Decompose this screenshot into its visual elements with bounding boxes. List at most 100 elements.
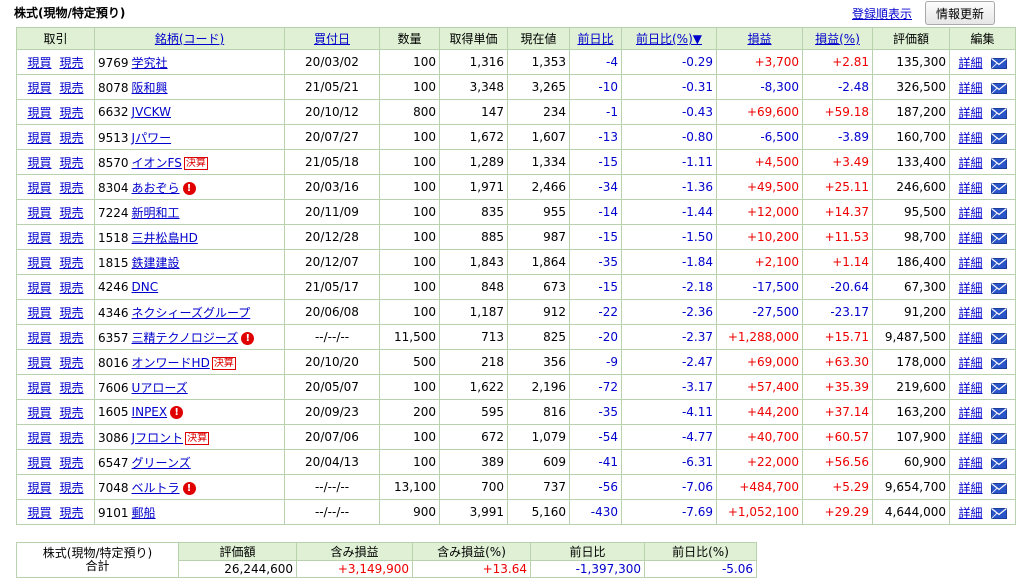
- buy-link[interactable]: 現買: [27, 431, 51, 445]
- envelope-icon[interactable]: [990, 282, 1007, 294]
- buy-link[interactable]: 現買: [27, 281, 51, 295]
- detail-link[interactable]: 詳細: [958, 331, 982, 345]
- detail-link[interactable]: 詳細: [958, 131, 982, 145]
- col-header-change[interactable]: 前日比: [569, 27, 622, 50]
- sell-link[interactable]: 現売: [60, 206, 84, 220]
- envelope-icon[interactable]: [990, 107, 1007, 119]
- sell-link[interactable]: 現売: [60, 156, 84, 170]
- buy-link[interactable]: 現買: [27, 381, 51, 395]
- col-header-pl[interactable]: 損益: [716, 27, 803, 50]
- buy-link[interactable]: 現買: [27, 406, 51, 420]
- detail-link[interactable]: 詳細: [958, 56, 982, 70]
- envelope-icon[interactable]: [990, 157, 1007, 169]
- envelope-icon[interactable]: [990, 182, 1007, 194]
- col-header-pl-pct[interactable]: 損益(%): [802, 27, 873, 50]
- detail-link[interactable]: 詳細: [958, 506, 982, 520]
- buy-link[interactable]: 現買: [27, 231, 51, 245]
- buy-link[interactable]: 現買: [27, 256, 51, 270]
- sell-link[interactable]: 現売: [60, 231, 84, 245]
- sell-link[interactable]: 現売: [60, 281, 84, 295]
- sort-order-link[interactable]: 登録順表示: [852, 5, 912, 22]
- sell-link[interactable]: 現売: [60, 456, 84, 470]
- sell-link[interactable]: 現売: [60, 431, 84, 445]
- stock-name-link[interactable]: ベルトラ: [132, 481, 180, 495]
- buy-link[interactable]: 現買: [27, 156, 51, 170]
- detail-link[interactable]: 詳細: [958, 181, 982, 195]
- envelope-icon[interactable]: [990, 507, 1007, 519]
- exclamation-circle-icon[interactable]: !: [182, 181, 196, 195]
- stock-name-link[interactable]: ネクシィーズグループ: [132, 306, 251, 320]
- buy-link[interactable]: 現買: [27, 106, 51, 120]
- exclamation-circle-icon[interactable]: !: [241, 331, 255, 345]
- sell-link[interactable]: 現売: [60, 56, 84, 70]
- envelope-icon[interactable]: [990, 407, 1007, 419]
- envelope-icon[interactable]: [990, 482, 1007, 494]
- envelope-icon[interactable]: [990, 82, 1007, 94]
- sell-link[interactable]: 現売: [60, 106, 84, 120]
- stock-name-link[interactable]: 三精テクノロジーズ: [132, 331, 239, 345]
- detail-link[interactable]: 詳細: [958, 256, 982, 270]
- detail-link[interactable]: 詳細: [958, 406, 982, 420]
- detail-link[interactable]: 詳細: [958, 306, 982, 320]
- detail-link[interactable]: 詳細: [958, 231, 982, 245]
- detail-link[interactable]: 詳細: [958, 281, 982, 295]
- buy-link[interactable]: 現買: [27, 206, 51, 220]
- detail-link[interactable]: 詳細: [958, 356, 982, 370]
- stock-name-link[interactable]: INPEX: [132, 405, 168, 419]
- envelope-icon[interactable]: [990, 432, 1007, 444]
- envelope-icon[interactable]: [990, 332, 1007, 344]
- buy-link[interactable]: 現買: [27, 131, 51, 145]
- stock-name-link[interactable]: 学究社: [132, 56, 168, 70]
- col-header-change-pct[interactable]: 前日比(%)▼: [621, 27, 717, 50]
- sell-link[interactable]: 現売: [60, 331, 84, 345]
- col-header-stock[interactable]: 銘柄(コード): [94, 27, 285, 50]
- sell-link[interactable]: 現売: [60, 181, 84, 195]
- detail-link[interactable]: 詳細: [958, 206, 982, 220]
- envelope-icon[interactable]: [990, 382, 1007, 394]
- detail-link[interactable]: 詳細: [958, 456, 982, 470]
- sell-link[interactable]: 現売: [60, 406, 84, 420]
- detail-link[interactable]: 詳細: [958, 481, 982, 495]
- col-header-buy-date[interactable]: 買付日: [284, 27, 380, 50]
- stock-name-link[interactable]: あおぞら: [132, 181, 180, 195]
- stock-name-link[interactable]: JVCKW: [132, 105, 171, 119]
- envelope-icon[interactable]: [990, 357, 1007, 369]
- earnings-badge[interactable]: 決算: [183, 156, 208, 170]
- stock-name-link[interactable]: 新明和工: [132, 206, 180, 220]
- exclamation-circle-icon[interactable]: !: [170, 406, 184, 419]
- buy-link[interactable]: 現買: [27, 331, 51, 345]
- buy-link[interactable]: 現買: [27, 506, 51, 520]
- stock-name-link[interactable]: 郵船: [132, 506, 156, 520]
- detail-link[interactable]: 詳細: [958, 156, 982, 170]
- refresh-button[interactable]: 情報更新: [925, 1, 995, 25]
- detail-link[interactable]: 詳細: [958, 381, 982, 395]
- detail-link[interactable]: 詳細: [958, 106, 982, 120]
- envelope-icon[interactable]: [990, 307, 1007, 319]
- envelope-icon[interactable]: [990, 132, 1007, 144]
- stock-name-link[interactable]: グリーンズ: [132, 456, 191, 470]
- stock-name-link[interactable]: 三井松島HD: [132, 231, 198, 245]
- stock-name-link[interactable]: DNC: [132, 280, 159, 294]
- stock-name-link[interactable]: Jフロント: [132, 431, 184, 445]
- earnings-badge[interactable]: 決算: [211, 356, 236, 370]
- envelope-icon[interactable]: [990, 232, 1007, 244]
- sell-link[interactable]: 現売: [60, 256, 84, 270]
- sell-link[interactable]: 現売: [60, 381, 84, 395]
- stock-name-link[interactable]: Jパワー: [132, 131, 172, 145]
- buy-link[interactable]: 現買: [27, 456, 51, 470]
- buy-link[interactable]: 現買: [27, 481, 51, 495]
- earnings-badge[interactable]: 決算: [185, 431, 210, 445]
- buy-link[interactable]: 現買: [27, 181, 51, 195]
- stock-name-link[interactable]: オンワードHD: [132, 356, 210, 370]
- sell-link[interactable]: 現売: [60, 481, 84, 495]
- sell-link[interactable]: 現売: [60, 81, 84, 95]
- buy-link[interactable]: 現買: [27, 56, 51, 70]
- envelope-icon[interactable]: [990, 257, 1007, 269]
- stock-name-link[interactable]: イオンFS: [132, 156, 182, 170]
- buy-link[interactable]: 現買: [27, 81, 51, 95]
- stock-name-link[interactable]: 鉄建建設: [132, 256, 180, 270]
- envelope-icon[interactable]: [990, 57, 1007, 69]
- stock-name-link[interactable]: 阪和興: [132, 81, 168, 95]
- envelope-icon[interactable]: [990, 207, 1007, 219]
- stock-name-link[interactable]: Uアローズ: [132, 381, 188, 395]
